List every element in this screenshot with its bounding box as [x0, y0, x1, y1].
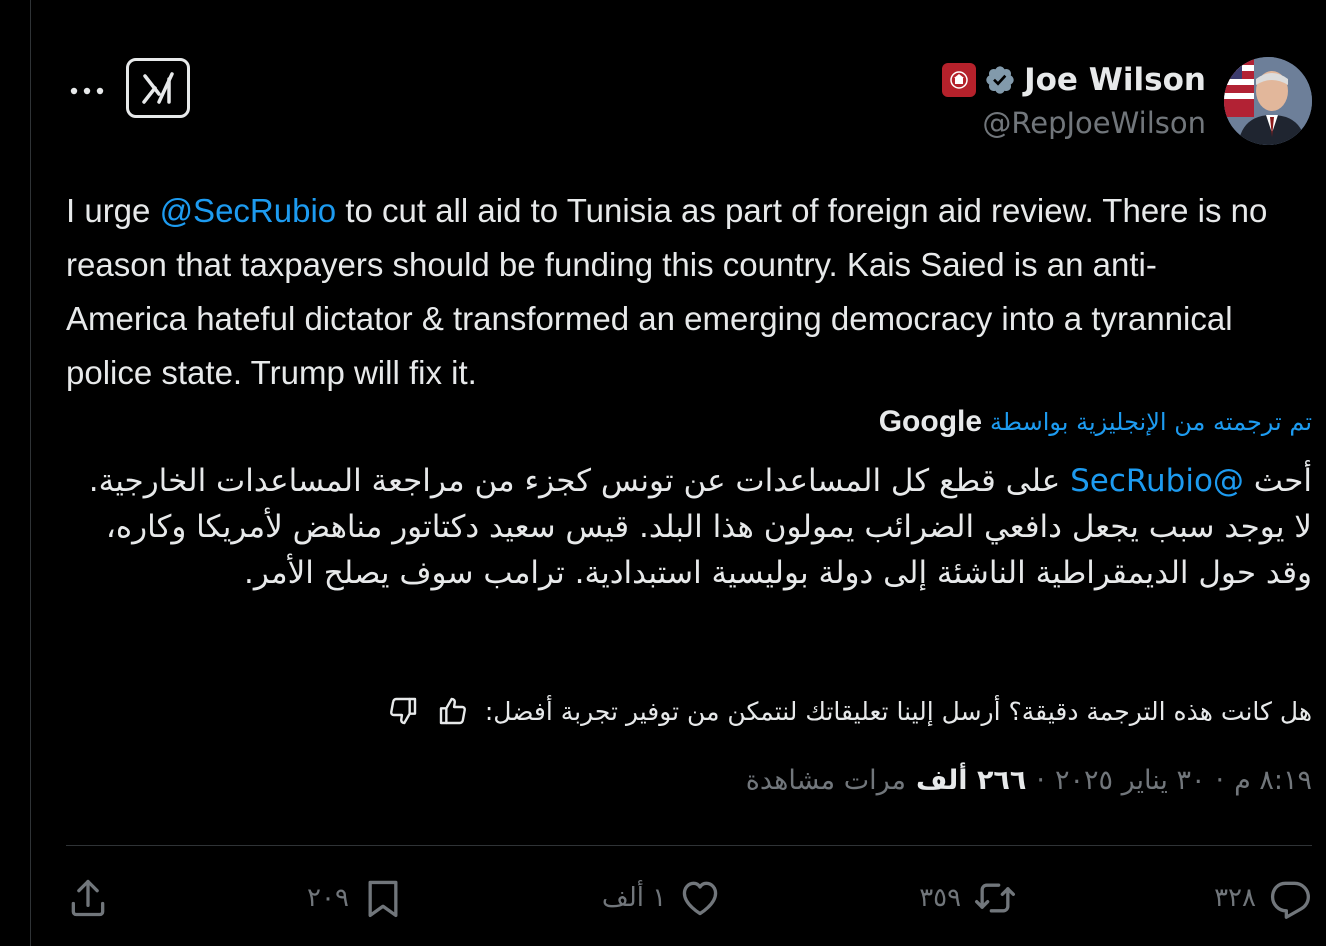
- meta-separator: ·: [1036, 765, 1045, 796]
- grok-icon: [142, 72, 174, 104]
- repost-count: ٣٥٩: [919, 883, 962, 913]
- tweet-text-translated: أحث @SecRubio على قطع كل المساعدات عن تو…: [72, 458, 1312, 596]
- repost-button[interactable]: ٣٥٩: [919, 876, 1017, 920]
- avatar[interactable]: [1224, 57, 1312, 145]
- thumbs-down-icon[interactable]: [385, 693, 421, 729]
- action-bar: ٣٢٨ ٣٥٩ ١ ألف ٢٠٩: [66, 868, 1312, 928]
- translator-name: Google: [878, 405, 983, 438]
- mention-link[interactable]: @SecRubio: [160, 192, 337, 229]
- translation-attribution: تم ترجمته من الإنجليزية بواسطة Google: [879, 405, 1312, 439]
- translated-label[interactable]: تم ترجمته من الإنجليزية بواسطة: [990, 408, 1312, 436]
- share-button[interactable]: [66, 876, 110, 920]
- bookmark-count: ٢٠٩: [307, 883, 349, 913]
- bookmark-button[interactable]: ٢٠٩: [307, 876, 405, 920]
- tweet-time[interactable]: ٨:١٩ م: [1234, 765, 1312, 796]
- author-handle[interactable]: @RepJoeWilson: [982, 106, 1206, 140]
- tweet-text-original: I urge @SecRubio to cut all aid to Tunis…: [66, 184, 1276, 400]
- reply-count: ٣٢٨: [1214, 883, 1256, 913]
- divider: [66, 845, 1312, 846]
- like-count: ١ ألف: [601, 883, 667, 913]
- verified-badge-icon: [986, 66, 1014, 94]
- views-count: ٢٦٦ ألف: [915, 765, 1027, 796]
- like-button[interactable]: ١ ألف: [602, 876, 722, 920]
- author-name-row: Joe Wilson: [942, 60, 1206, 100]
- tweet-text-part: أحث: [1243, 463, 1312, 499]
- bookmark-icon: [368, 880, 398, 918]
- tweet-text-part: I urge: [66, 192, 160, 229]
- grok-button[interactable]: [126, 58, 190, 118]
- repost-icon: [975, 883, 1016, 913]
- reply-icon: [1270, 881, 1310, 919]
- meta-separator: ·: [1215, 765, 1225, 796]
- tweet-meta: ٨:١٩ م · ٣٠ يناير ٢٠٢٥ · ٢٦٦ ألف مرات مش…: [746, 765, 1312, 796]
- share-icon: [71, 879, 105, 917]
- heart-icon: [682, 881, 718, 916]
- views-label: مرات مشاهدة: [745, 765, 906, 796]
- more-icon[interactable]: [70, 68, 104, 102]
- affiliation-badge-icon[interactable]: [942, 63, 977, 97]
- author-name[interactable]: Joe Wilson: [1024, 62, 1206, 98]
- translation-feedback: هل كانت هذه الترجمة دقيقة؟ أرسل إلينا تع…: [385, 693, 1312, 729]
- reply-button[interactable]: ٣٢٨: [1214, 876, 1312, 920]
- mention-link[interactable]: @SecRubio: [1070, 463, 1244, 499]
- tweet-date[interactable]: ٣٠ يناير ٢٠٢٥: [1055, 765, 1206, 796]
- feedback-prompt: هل كانت هذه الترجمة دقيقة؟ أرسل إلينا تع…: [484, 696, 1312, 726]
- thumbs-up-icon[interactable]: [435, 693, 471, 729]
